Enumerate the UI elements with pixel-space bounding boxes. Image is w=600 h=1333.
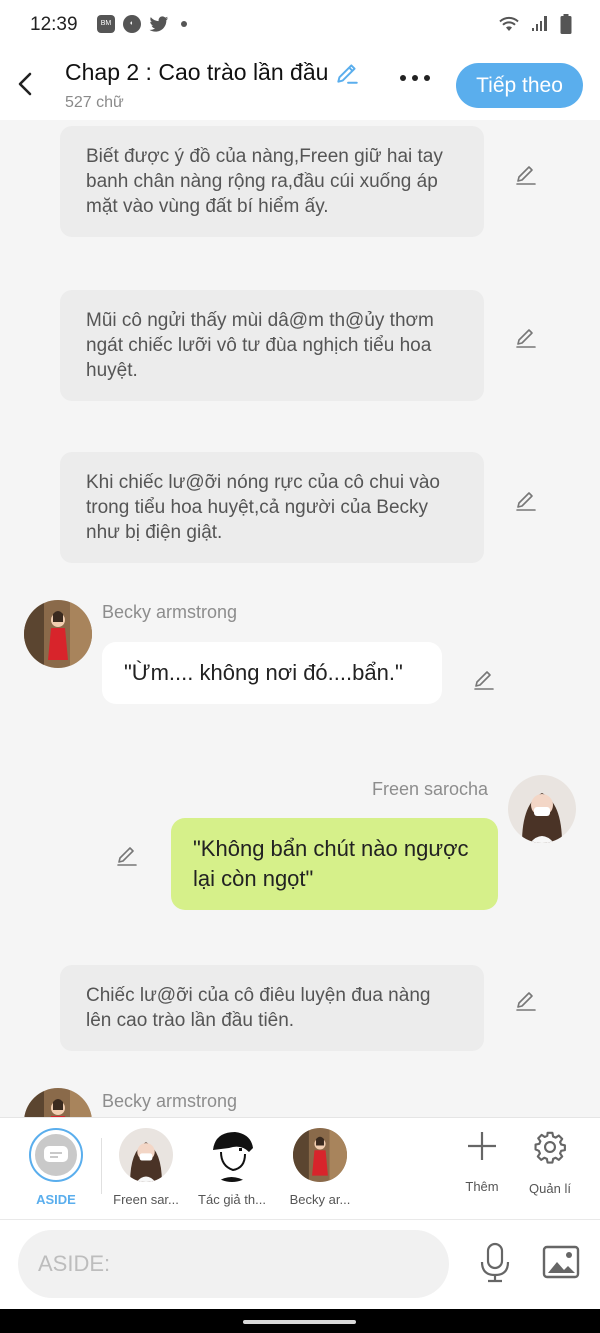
gear-icon bbox=[534, 1131, 566, 1164]
status-time: 12:39 bbox=[30, 14, 78, 35]
status-system-icons bbox=[498, 14, 572, 34]
character-label: Becky ar... bbox=[289, 1192, 351, 1207]
edit-icon[interactable] bbox=[514, 163, 538, 187]
edit-title-icon[interactable] bbox=[334, 60, 360, 86]
image-icon[interactable] bbox=[542, 1245, 580, 1279]
character-becky[interactable]: Becky ar... bbox=[280, 1128, 360, 1207]
next-button[interactable]: Tiếp theo bbox=[456, 63, 583, 108]
word-count: 527 chữ bbox=[65, 94, 124, 111]
narration-bubble[interactable]: Mũi cô ngửi thấy mùi dâ@m th@ủy thơm ngá… bbox=[60, 290, 484, 401]
becky-avatar bbox=[293, 1128, 347, 1182]
chat-bubble-icon bbox=[44, 1146, 68, 1162]
aside-avatar bbox=[29, 1128, 83, 1182]
system-navigation-bar bbox=[0, 1309, 600, 1333]
back-arrow-icon[interactable] bbox=[14, 70, 38, 98]
narration-bubble[interactable]: Chiếc lư@ỡi của cô điêu luyện đua nàng l… bbox=[60, 965, 484, 1051]
conversation-area[interactable]: Biết được ý đồ của nàng,Freen giữ hai ta… bbox=[0, 120, 600, 1117]
character-label: ASIDE bbox=[36, 1192, 76, 1207]
character-freen[interactable]: Freen sar... bbox=[106, 1128, 186, 1207]
dot-icon bbox=[181, 21, 187, 27]
narration-bubble[interactable]: Biết được ý đồ của nàng,Freen giữ hai ta… bbox=[60, 126, 484, 237]
freen-avatar bbox=[119, 1128, 173, 1182]
status-bar: 12:39 BM ◐ bbox=[0, 0, 600, 50]
divider bbox=[101, 1138, 102, 1194]
freen-message-bubble[interactable]: "Không bẩn chút nào ngược lại còn ngọt" bbox=[171, 818, 498, 910]
microphone-icon[interactable] bbox=[478, 1242, 512, 1284]
character-author[interactable]: Tác giả th... bbox=[192, 1128, 272, 1207]
twitter-icon bbox=[149, 15, 169, 32]
message-input[interactable] bbox=[18, 1230, 449, 1298]
edit-icon[interactable] bbox=[472, 668, 496, 692]
manage-button[interactable]: Quản lí bbox=[515, 1130, 585, 1196]
home-gesture-pill[interactable] bbox=[243, 1320, 356, 1324]
character-bar: ASIDE Freen sar... Tác giả th... Becky a… bbox=[0, 1117, 600, 1219]
compass-icon: ◐ bbox=[123, 15, 141, 33]
character-aside[interactable]: ASIDE bbox=[16, 1128, 96, 1207]
input-bar bbox=[0, 1219, 600, 1309]
wifi-icon bbox=[499, 16, 519, 31]
sender-name: Becky armstrong bbox=[102, 1091, 238, 1111]
character-label: Tác giả th... bbox=[198, 1192, 266, 1207]
manage-label: Quản lí bbox=[529, 1181, 571, 1196]
narration-bubble[interactable]: Khi chiếc lư@ỡi nóng rực của cô chui vào… bbox=[60, 452, 484, 563]
chapter-title: Chap 2 : Cao trào lần đầu bbox=[65, 59, 329, 85]
freen-avatar[interactable] bbox=[508, 775, 576, 843]
sender-name: Freen sarocha bbox=[372, 779, 489, 799]
status-notification-icons: BM ◐ bbox=[97, 15, 187, 33]
edit-icon[interactable] bbox=[514, 326, 538, 350]
add-label: Thêm bbox=[465, 1179, 499, 1194]
sender-name: Becky armstrong bbox=[102, 602, 238, 622]
author-avatar bbox=[205, 1128, 259, 1182]
edit-icon[interactable] bbox=[115, 844, 139, 868]
more-options-icon[interactable] bbox=[400, 75, 430, 81]
edit-icon[interactable] bbox=[514, 989, 538, 1013]
battery-icon bbox=[560, 14, 572, 34]
plus-icon bbox=[468, 1132, 496, 1160]
chapter-header: Chap 2 : Cao trào lần đầu 527 chữ Tiếp t… bbox=[0, 50, 600, 120]
add-character-button[interactable]: Thêm bbox=[447, 1130, 517, 1194]
bao-moi-icon: BM bbox=[97, 15, 115, 33]
signal-icon bbox=[532, 16, 547, 31]
character-label: Freen sar... bbox=[113, 1192, 179, 1207]
becky-avatar[interactable] bbox=[24, 600, 92, 668]
title-row: Chap 2 : Cao trào lần đầu bbox=[65, 59, 360, 86]
becky-message-bubble[interactable]: "Ừm.... không nơi đó....bẩn." bbox=[102, 642, 442, 704]
becky-avatar[interactable] bbox=[24, 1088, 92, 1117]
edit-icon[interactable] bbox=[514, 489, 538, 513]
